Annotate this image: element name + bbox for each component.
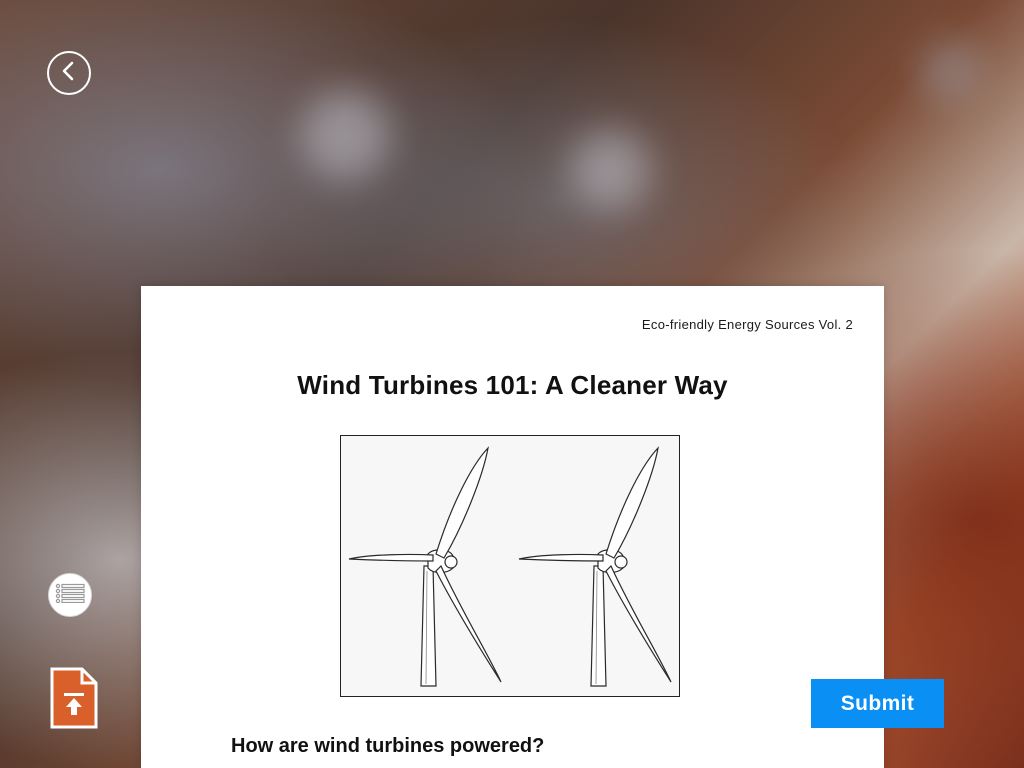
back-button[interactable] xyxy=(47,51,91,95)
wind-turbine-icon xyxy=(518,446,672,687)
background-blur xyxy=(300,90,390,180)
wind-turbine-icon xyxy=(348,446,502,687)
submit-button[interactable]: Submit xyxy=(811,679,944,728)
document-upload-icon xyxy=(50,667,98,733)
upload-document-button[interactable] xyxy=(50,667,98,729)
app-screen: Eco-friendly Energy Sources Vol. 2 Wind … xyxy=(0,0,1024,768)
list-icon xyxy=(55,583,85,608)
series-label: Eco-friendly Energy Sources Vol. 2 xyxy=(641,317,853,332)
question-heading: How are wind turbines powered? xyxy=(231,735,545,757)
background-blur xyxy=(570,130,650,210)
chevron-left-icon xyxy=(59,60,79,87)
wind-turbines-illustration xyxy=(340,435,680,697)
lesson-card: Eco-friendly Energy Sources Vol. 2 Wind … xyxy=(141,286,884,768)
table-of-contents-button[interactable] xyxy=(48,573,92,617)
background-blur xyxy=(920,40,980,100)
lesson-title: Wind Turbines 101: A Cleaner Way xyxy=(297,370,728,400)
